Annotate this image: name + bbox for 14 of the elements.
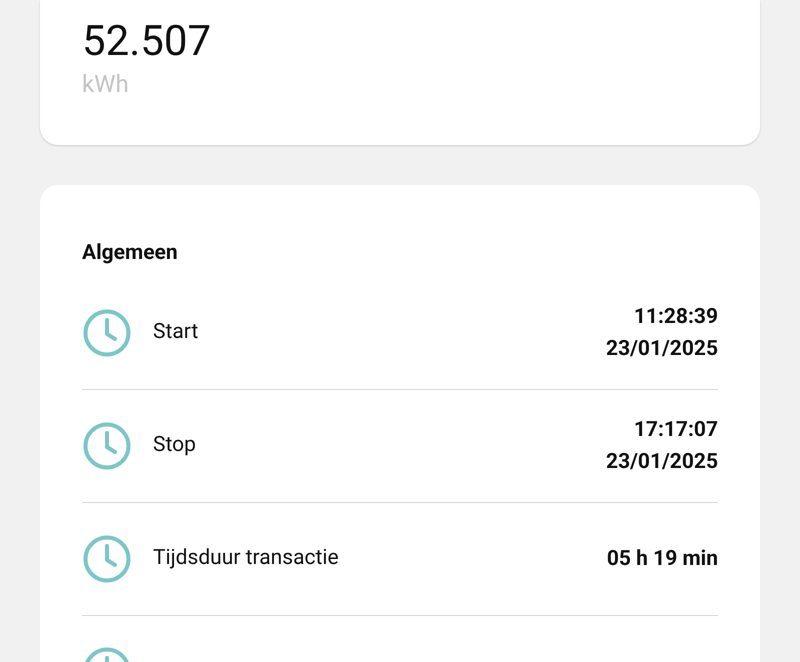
row-value: 05 h 19 min bbox=[606, 546, 718, 573]
clock-icon bbox=[82, 534, 132, 584]
row-label: Start bbox=[153, 319, 198, 346]
row-value: 23/01/2025 bbox=[606, 336, 718, 363]
energy-unit: kWh bbox=[82, 69, 130, 100]
energy-value: 52.507 bbox=[82, 16, 212, 68]
section-title: Algemeen bbox=[82, 240, 179, 267]
row-label: Stop bbox=[153, 432, 196, 460]
row-value: 11:28:39 bbox=[634, 304, 718, 331]
clock-icon bbox=[82, 421, 132, 471]
row-value: 23/01/2025 bbox=[606, 449, 718, 476]
clock-icon bbox=[82, 308, 132, 358]
row-value: 17:17:07 bbox=[634, 417, 718, 444]
row-label: Tijdsduur transactie bbox=[153, 545, 339, 572]
